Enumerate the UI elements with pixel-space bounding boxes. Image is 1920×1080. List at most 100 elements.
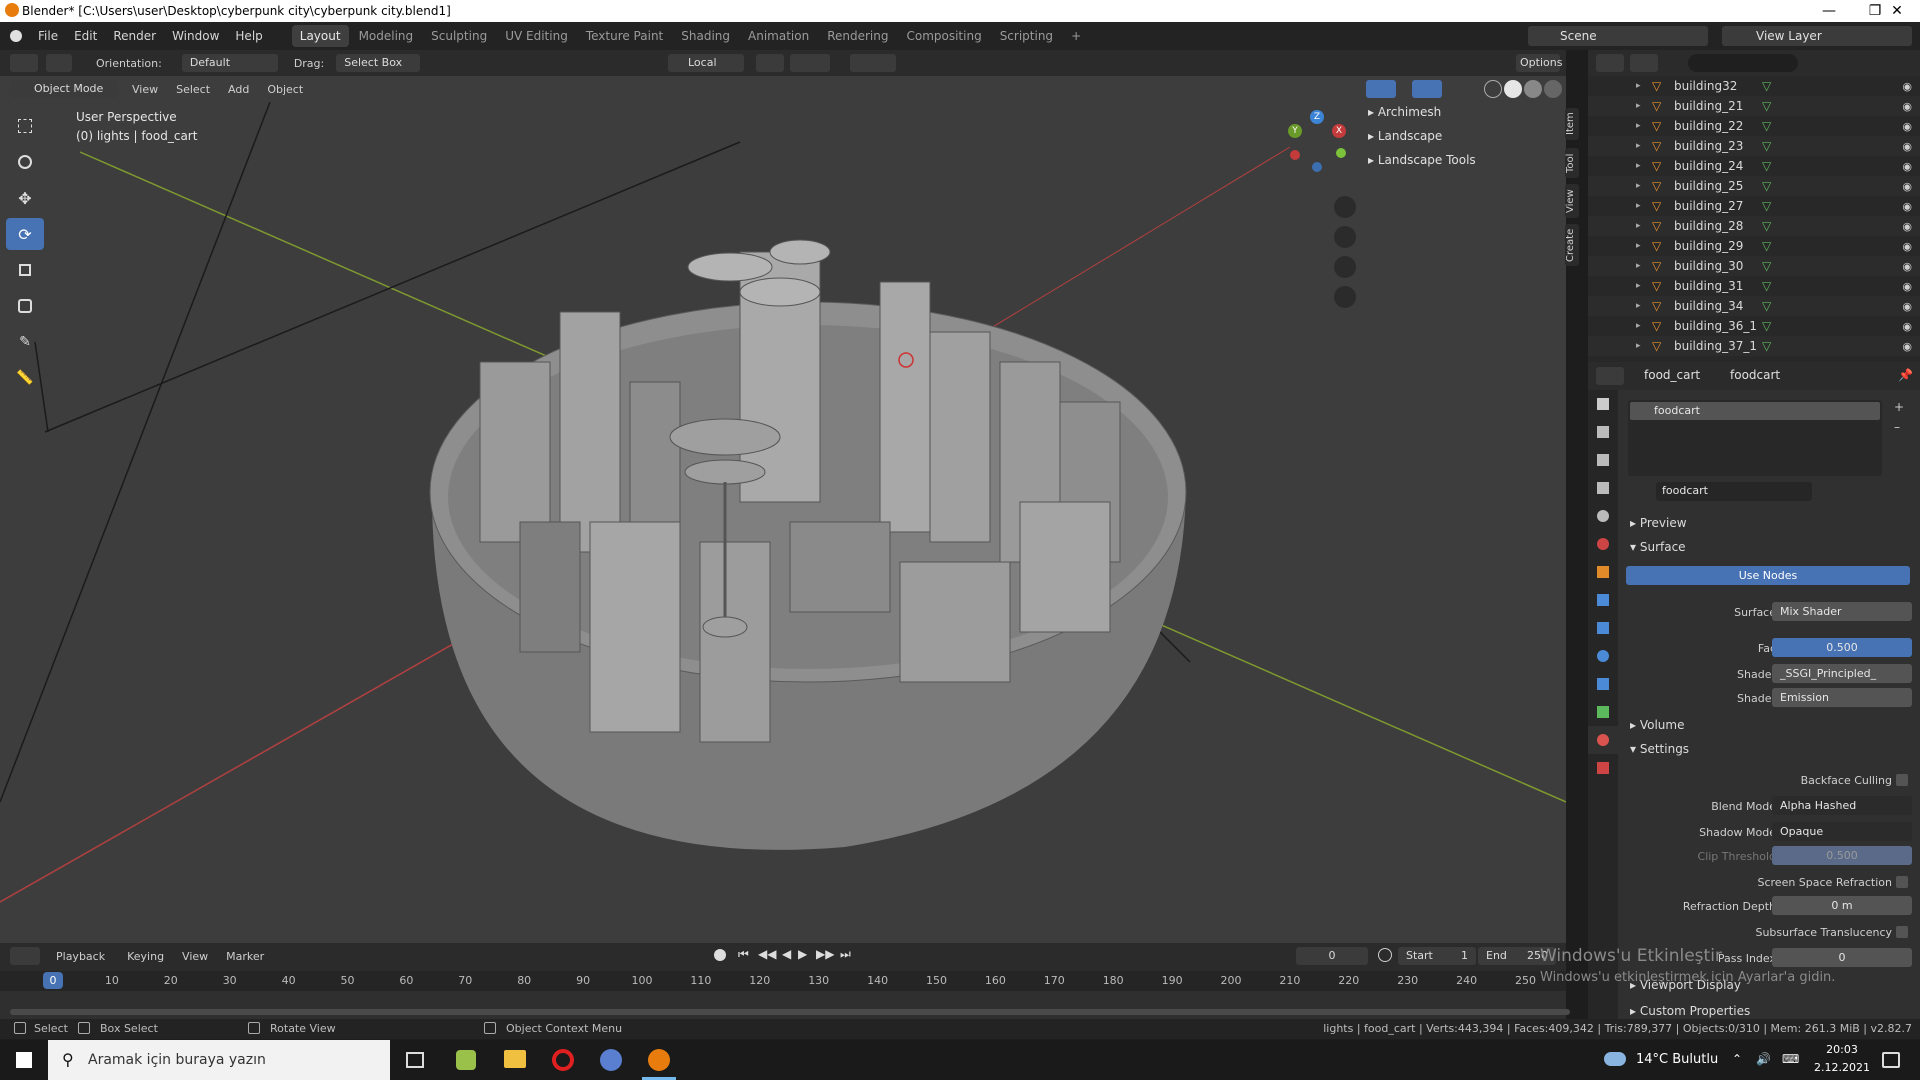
- perspective-toggle-icon[interactable]: [1334, 286, 1356, 308]
- task-view-icon[interactable]: [406, 1052, 424, 1068]
- visibility-eye-icon[interactable]: ◉: [1902, 160, 1912, 173]
- start-frame-field[interactable]: Start 1: [1398, 947, 1476, 965]
- material-datablock[interactable]: foodcart: [1656, 482, 1812, 501]
- jump-start-icon[interactable]: ⏮: [738, 947, 749, 962]
- menu-select[interactable]: Select: [170, 83, 216, 96]
- display-mode-icon[interactable]: [1630, 54, 1658, 72]
- gizmo-x-axis[interactable]: X: [1332, 124, 1346, 138]
- mesh-data-icon[interactable]: ▽: [1762, 79, 1771, 93]
- view-layer-tab-icon[interactable]: [1588, 474, 1618, 502]
- pivot-dropdown[interactable]: Local: [668, 54, 744, 72]
- tab-texture-paint[interactable]: Texture Paint: [578, 25, 671, 47]
- mesh-data-icon[interactable]: ▽: [1762, 339, 1771, 353]
- visibility-eye-icon[interactable]: ◉: [1902, 240, 1912, 253]
- language-icon[interactable]: ⌨: [1782, 1052, 1799, 1066]
- outliner-item[interactable]: ▸ ▽ building_21 ▽ ◉: [1588, 96, 1920, 116]
- tab-rendering[interactable]: Rendering: [819, 25, 896, 47]
- outliner-item[interactable]: ▸ ▽ building_34 ▽ ◉: [1588, 296, 1920, 316]
- mode-dropdown[interactable]: Object Mode: [10, 80, 118, 98]
- outliner-item[interactable]: ▸ ▽ building_29 ▽ ◉: [1588, 236, 1920, 256]
- annotate-tool-icon[interactable]: ✎: [6, 326, 44, 358]
- shader1-value[interactable]: _SSGI_Principled_: [1772, 664, 1912, 683]
- clock-time[interactable]: 20:03: [1812, 1043, 1872, 1056]
- panel-landscape[interactable]: ▸ Landscape: [1368, 124, 1566, 148]
- panel-archimesh[interactable]: ▸ Archimesh: [1368, 100, 1566, 124]
- mesh-data-icon[interactable]: ▽: [1762, 259, 1771, 273]
- outliner-item[interactable]: ▸ ▽ building_25 ▽ ◉: [1588, 176, 1920, 196]
- outliner-item[interactable]: ▸ ▽ building_30 ▽ ◉: [1588, 256, 1920, 276]
- current-frame-field[interactable]: 0: [1296, 947, 1368, 965]
- move-tool-icon[interactable]: ✥: [6, 182, 44, 214]
- editor-type-button[interactable]: [10, 54, 38, 72]
- visibility-eye-icon[interactable]: ◉: [1902, 340, 1912, 353]
- outliner-item[interactable]: ▸ ▽ building_31 ▽ ◉: [1588, 276, 1920, 296]
- visibility-eye-icon[interactable]: ◉: [1902, 120, 1912, 133]
- rotate-tool-icon[interactable]: ⟳: [6, 218, 44, 250]
- mesh-data-icon[interactable]: ▽: [1762, 279, 1771, 293]
- fac-slider[interactable]: 0.500: [1772, 638, 1912, 657]
- render-tab-icon[interactable]: [1588, 418, 1618, 446]
- camera-view-icon[interactable]: [1334, 256, 1356, 278]
- navigation-gizmo[interactable]: Z X Y: [1284, 110, 1354, 186]
- filter-icon[interactable]: [1878, 54, 1898, 72]
- menu-window[interactable]: Window: [164, 22, 227, 50]
- expand-arrow-icon[interactable]: ▸: [1636, 281, 1646, 291]
- expand-arrow-icon[interactable]: ▸: [1636, 301, 1646, 311]
- tab-shading[interactable]: Shading: [673, 25, 738, 47]
- material-tab-icon[interactable]: [1588, 726, 1618, 754]
- mesh-data-icon[interactable]: ▽: [1762, 219, 1771, 233]
- expand-arrow-icon[interactable]: ▸: [1636, 81, 1646, 91]
- tab-uv-editing[interactable]: UV Editing: [497, 25, 576, 47]
- expand-arrow-icon[interactable]: ▸: [1636, 321, 1646, 331]
- options-dropdown[interactable]: Options: [1516, 54, 1562, 72]
- world-tab-icon[interactable]: [1588, 530, 1618, 558]
- add-workspace-button[interactable]: +: [1063, 25, 1089, 47]
- blend-dropdown[interactable]: Alpha Hashed: [1772, 796, 1912, 815]
- visibility-eye-icon[interactable]: ◉: [1902, 200, 1912, 213]
- transform-tool-icon[interactable]: [46, 54, 72, 72]
- scale-tool-icon[interactable]: [6, 254, 44, 286]
- constraints-tab-icon[interactable]: [1588, 670, 1618, 698]
- visibility-eye-icon[interactable]: ◉: [1902, 180, 1912, 193]
- gizmo-z-axis[interactable]: Z: [1310, 110, 1324, 124]
- visibility-eye-icon[interactable]: ◉: [1902, 100, 1912, 113]
- mesh-data-icon[interactable]: ▽: [1762, 239, 1771, 253]
- tray-chevron-icon[interactable]: ⌃: [1732, 1052, 1742, 1066]
- notification-icon[interactable]: [1882, 1052, 1900, 1068]
- menu-timeline-view[interactable]: View: [176, 950, 214, 963]
- blender-taskbar-icon[interactable]: [648, 1049, 670, 1071]
- modifier-tab-icon[interactable]: [1588, 586, 1618, 614]
- outliner-search-input[interactable]: [1688, 54, 1798, 72]
- menu-marker[interactable]: Marker: [220, 950, 270, 963]
- opera-icon[interactable]: [552, 1049, 574, 1071]
- expand-arrow-icon[interactable]: ▸: [1636, 141, 1646, 151]
- windows-start-icon[interactable]: [16, 1052, 32, 1068]
- visibility-eye-icon[interactable]: ◉: [1902, 260, 1912, 273]
- volume-icon[interactable]: 🔊: [1756, 1052, 1771, 1066]
- section-settings[interactable]: ▾ Settings: [1630, 742, 1689, 764]
- scene-selector[interactable]: Scene: [1528, 26, 1708, 46]
- taskbar-search-box[interactable]: ⚲ Aramak için buraya yazın: [48, 1040, 390, 1080]
- expand-arrow-icon[interactable]: ▸: [1636, 161, 1646, 171]
- output-tab-icon[interactable]: [1588, 446, 1618, 474]
- section-volume[interactable]: ▸ Volume: [1630, 718, 1684, 740]
- menu-file[interactable]: File: [30, 22, 66, 50]
- minimize-button[interactable]: —: [1806, 0, 1852, 22]
- measure-tool-icon[interactable]: 📏: [6, 362, 44, 394]
- expand-arrow-icon[interactable]: ▸: [1636, 101, 1646, 111]
- mesh-data-icon[interactable]: ▽: [1762, 319, 1771, 333]
- wireframe-shading-icon[interactable]: [1484, 80, 1502, 98]
- texture-tab-icon[interactable]: [1588, 754, 1618, 782]
- tool-tab-icon[interactable]: [1588, 390, 1618, 418]
- add-slot-button[interactable]: +: [1894, 400, 1904, 414]
- menu-render[interactable]: Render: [105, 22, 164, 50]
- mesh-data-icon[interactable]: ▽: [1762, 139, 1771, 153]
- menu-view[interactable]: View: [126, 83, 164, 96]
- expand-arrow-icon[interactable]: ▸: [1636, 181, 1646, 191]
- clock-icon[interactable]: [1378, 948, 1392, 962]
- shader2-value[interactable]: Emission: [1772, 688, 1912, 707]
- expand-arrow-icon[interactable]: ▸: [1636, 121, 1646, 131]
- physics-tab-icon[interactable]: [1588, 642, 1618, 670]
- gizmo-neg-x-axis[interactable]: [1290, 150, 1300, 160]
- mesh-data-icon[interactable]: ▽: [1762, 299, 1771, 313]
